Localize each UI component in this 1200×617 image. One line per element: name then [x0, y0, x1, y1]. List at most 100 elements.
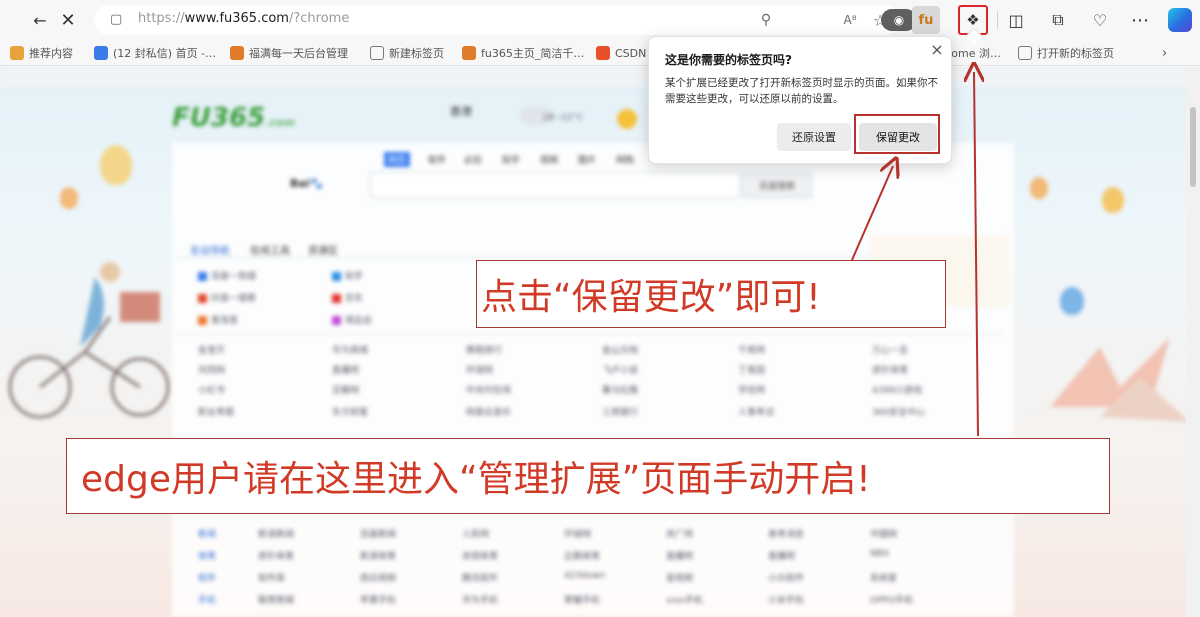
site-link[interactable]: 人民网 — [462, 527, 489, 540]
favorite-item[interactable]: 福满每一天后台管理 — [230, 43, 348, 63]
site-link[interactable]: 央视体育 — [462, 549, 498, 562]
category-label[interactable]: 新闻 — [198, 527, 216, 540]
site-link[interactable]: 万心一言 — [872, 343, 908, 356]
site-link[interactable]: 篝马拉雅 — [602, 383, 638, 396]
site-link[interactable]: 华为手机 — [462, 593, 498, 606]
page-scrollbar[interactable] — [1186, 67, 1200, 617]
site-link[interactable]: 直播吧 — [666, 549, 693, 562]
site-link[interactable]: 央广网 — [666, 527, 693, 540]
site-link[interactable]: 虎扑体育 — [258, 549, 294, 562]
site-link[interactable]: 人事考试 — [738, 405, 774, 418]
site-link[interactable]: 直播吧 — [332, 363, 359, 376]
site-link[interactable]: 华为商城 — [332, 343, 368, 356]
site-link[interactable]: OPPO手机 — [870, 593, 913, 606]
featured-site-link[interactable]: 爱淘宝 — [198, 313, 238, 326]
favorites-overflow-chevron-icon[interactable]: › — [1162, 43, 1167, 63]
site-link[interactable]: 软件库 — [258, 571, 285, 584]
site-link[interactable]: 网易云音乐 — [466, 405, 511, 418]
site-link[interactable]: 金山文档 — [602, 343, 638, 356]
fu365-extension-icon[interactable]: fu — [912, 6, 940, 34]
address-bar[interactable]: ▢ https://www.fu365.com/?chrome ⚲ ◉ A⁸ ☆ — [94, 5, 917, 35]
nav-tab[interactable]: 在线工具 — [250, 242, 290, 257]
site-link[interactable]: 苹果手机 — [360, 593, 396, 606]
favorite-item[interactable]: 打开新的标签页 — [1018, 43, 1114, 63]
site-link[interactable]: 豆瓣网 — [332, 383, 359, 396]
search-tab[interactable]: 网页 — [384, 152, 411, 167]
site-link[interactable]: 小众软件 — [768, 571, 804, 584]
site-link[interactable]: 新浪新闻 — [258, 527, 294, 540]
site-link[interactable]: 金宝贝 — [198, 343, 225, 356]
split-screen-icon[interactable]: ◫ — [1002, 6, 1030, 34]
site-link[interactable]: 中国网 — [870, 527, 897, 540]
site-link[interactable]: 联想商城 — [258, 593, 294, 606]
site-link[interactable]: 360安全中心 — [872, 405, 925, 418]
site-link[interactable]: 4399小游戏 — [872, 383, 922, 396]
search-input[interactable] — [370, 172, 740, 198]
site-link[interactable]: 飞卢小说 — [602, 363, 638, 376]
favorite-star-icon[interactable]: ☆ — [868, 8, 892, 32]
category-label[interactable]: 软件 — [198, 571, 216, 584]
site-link[interactable]: 环球网 — [466, 363, 493, 376]
featured-site-link[interactable]: 知乎 — [332, 269, 363, 282]
stop-loading-icon[interactable]: ✕ — [54, 6, 82, 34]
address-url[interactable]: https://www.fu365.com/?chrome — [138, 11, 349, 26]
site-link[interactable]: 职业考题 — [198, 405, 234, 418]
site-link[interactable]: 423down — [564, 571, 605, 581]
search-button[interactable]: 百度搜索 — [742, 172, 812, 198]
category-label[interactable]: 手机 — [198, 593, 216, 606]
site-link[interactable]: 中关村在线 — [466, 383, 511, 396]
featured-site-link[interactable]: 抖音一搜索 — [198, 291, 256, 304]
featured-site-link[interactable]: 百度一热搜 — [198, 269, 256, 282]
site-link[interactable]: 直播吧 — [768, 549, 795, 562]
copilot-icon[interactable] — [1168, 8, 1192, 32]
favorite-item[interactable]: fu365主页_简洁千… — [462, 43, 584, 63]
site-link[interactable]: 企鹅体育 — [564, 549, 600, 562]
search-tab[interactable]: 图片 — [574, 152, 600, 167]
site-link[interactable]: 环球网 — [564, 527, 591, 540]
zoom-icon[interactable]: ⚲ — [754, 8, 778, 32]
read-aloud-icon[interactable]: A⁸ — [838, 8, 862, 32]
back-arrow-icon[interactable]: ← — [26, 6, 54, 34]
nav-tab[interactable]: 资源区 — [308, 242, 338, 257]
search-tab[interactable]: 知乎 — [498, 152, 524, 167]
scrollbar-thumb[interactable] — [1190, 107, 1196, 187]
site-link[interactable]: 携程旅行 — [466, 343, 502, 356]
category-label[interactable]: 体育 — [198, 549, 216, 562]
site-link[interactable]: 音视频 — [666, 571, 693, 584]
site-link[interactable]: 百度新闻 — [360, 527, 396, 540]
site-link[interactable]: 西瓜视频 — [360, 571, 396, 584]
site-link[interactable]: 系统家 — [870, 571, 897, 584]
featured-site-link[interactable]: 得品会 — [332, 313, 372, 326]
nav-tab[interactable]: 名站导航 — [190, 242, 230, 257]
favorite-item[interactable]: 推荐内容 — [10, 43, 73, 63]
featured-site-link[interactable]: 京东 — [332, 291, 363, 304]
browser-essentials-icon[interactable]: ♡ — [1086, 6, 1114, 34]
site-link[interactable]: 小米手机 — [768, 593, 804, 606]
revert-settings-button[interactable]: 还原设置 — [777, 123, 851, 151]
favorite-item[interactable]: 新建标签页 — [370, 43, 444, 63]
search-engine-logo[interactable]: Bai🐾 — [290, 177, 323, 190]
site-link[interactable]: 共同网 — [198, 363, 225, 376]
site-logo[interactable]: FU365.com — [172, 103, 295, 133]
page-info-icon[interactable]: ▢ — [110, 12, 126, 28]
site-link[interactable]: 腾讯软件 — [462, 571, 498, 584]
site-link[interactable]: 小红书 — [198, 383, 225, 396]
site-link[interactable]: 参考消息 — [768, 527, 804, 540]
search-tab[interactable]: 网购 — [612, 152, 638, 167]
site-link[interactable]: vivo手机 — [666, 593, 703, 606]
search-tab[interactable]: 必应 — [460, 152, 486, 167]
site-link[interactable]: 新浪体育 — [360, 549, 396, 562]
site-link[interactable]: NBA — [870, 549, 889, 559]
site-link[interactable]: 东方财富 — [332, 405, 368, 418]
site-link[interactable]: 丁香园 — [738, 363, 765, 376]
search-tab[interactable]: 软件 — [424, 152, 450, 167]
favorite-item[interactable]: CSDN — [596, 43, 646, 63]
collections-icon[interactable]: ⧉ — [1044, 6, 1072, 34]
more-options-icon[interactable]: ⋯ — [1126, 6, 1154, 34]
favorite-item[interactable]: (12 封私信) 首页 -… — [94, 43, 216, 63]
search-tab[interactable]: 视频 — [536, 152, 562, 167]
site-link[interactable]: 虎扑体育 — [872, 363, 908, 376]
site-link[interactable]: 千库网 — [738, 343, 765, 356]
site-link[interactable]: 学信网 — [738, 383, 765, 396]
site-link[interactable]: 荣耀手机 — [564, 593, 600, 606]
